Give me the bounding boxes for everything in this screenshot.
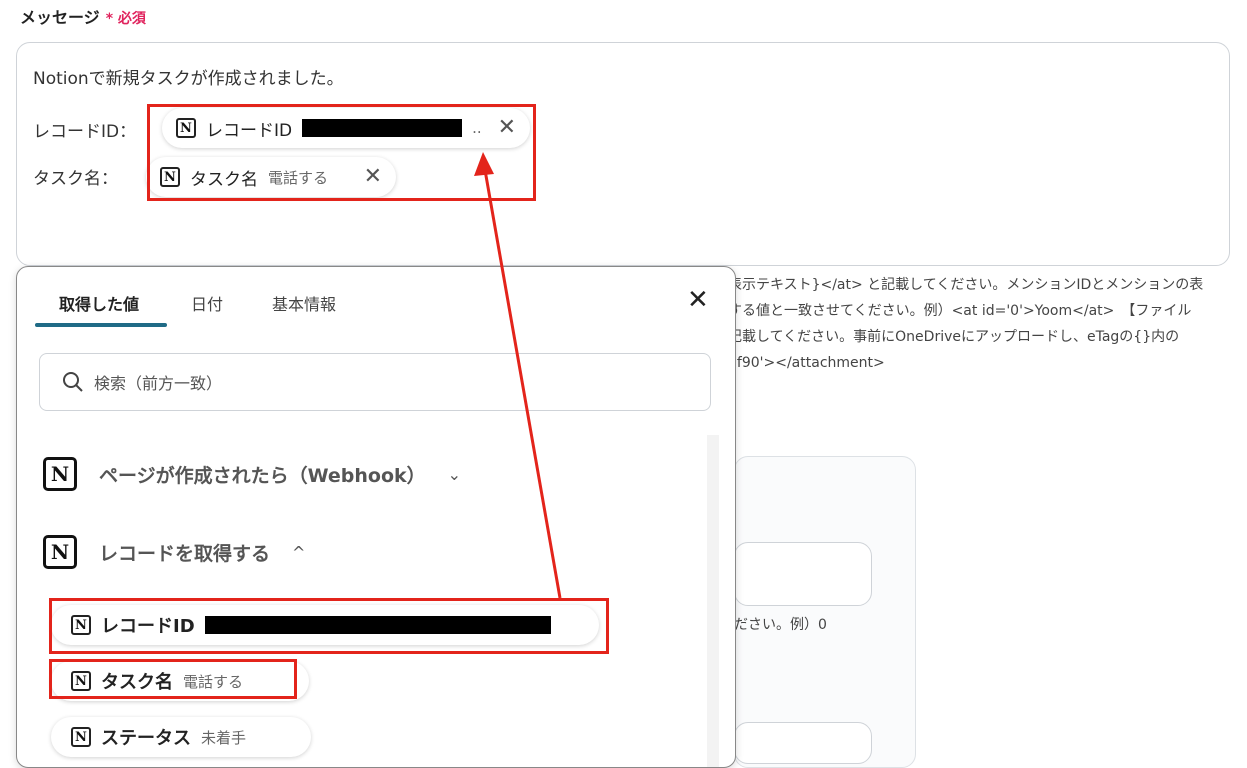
annotation-arrow [474, 152, 562, 599]
